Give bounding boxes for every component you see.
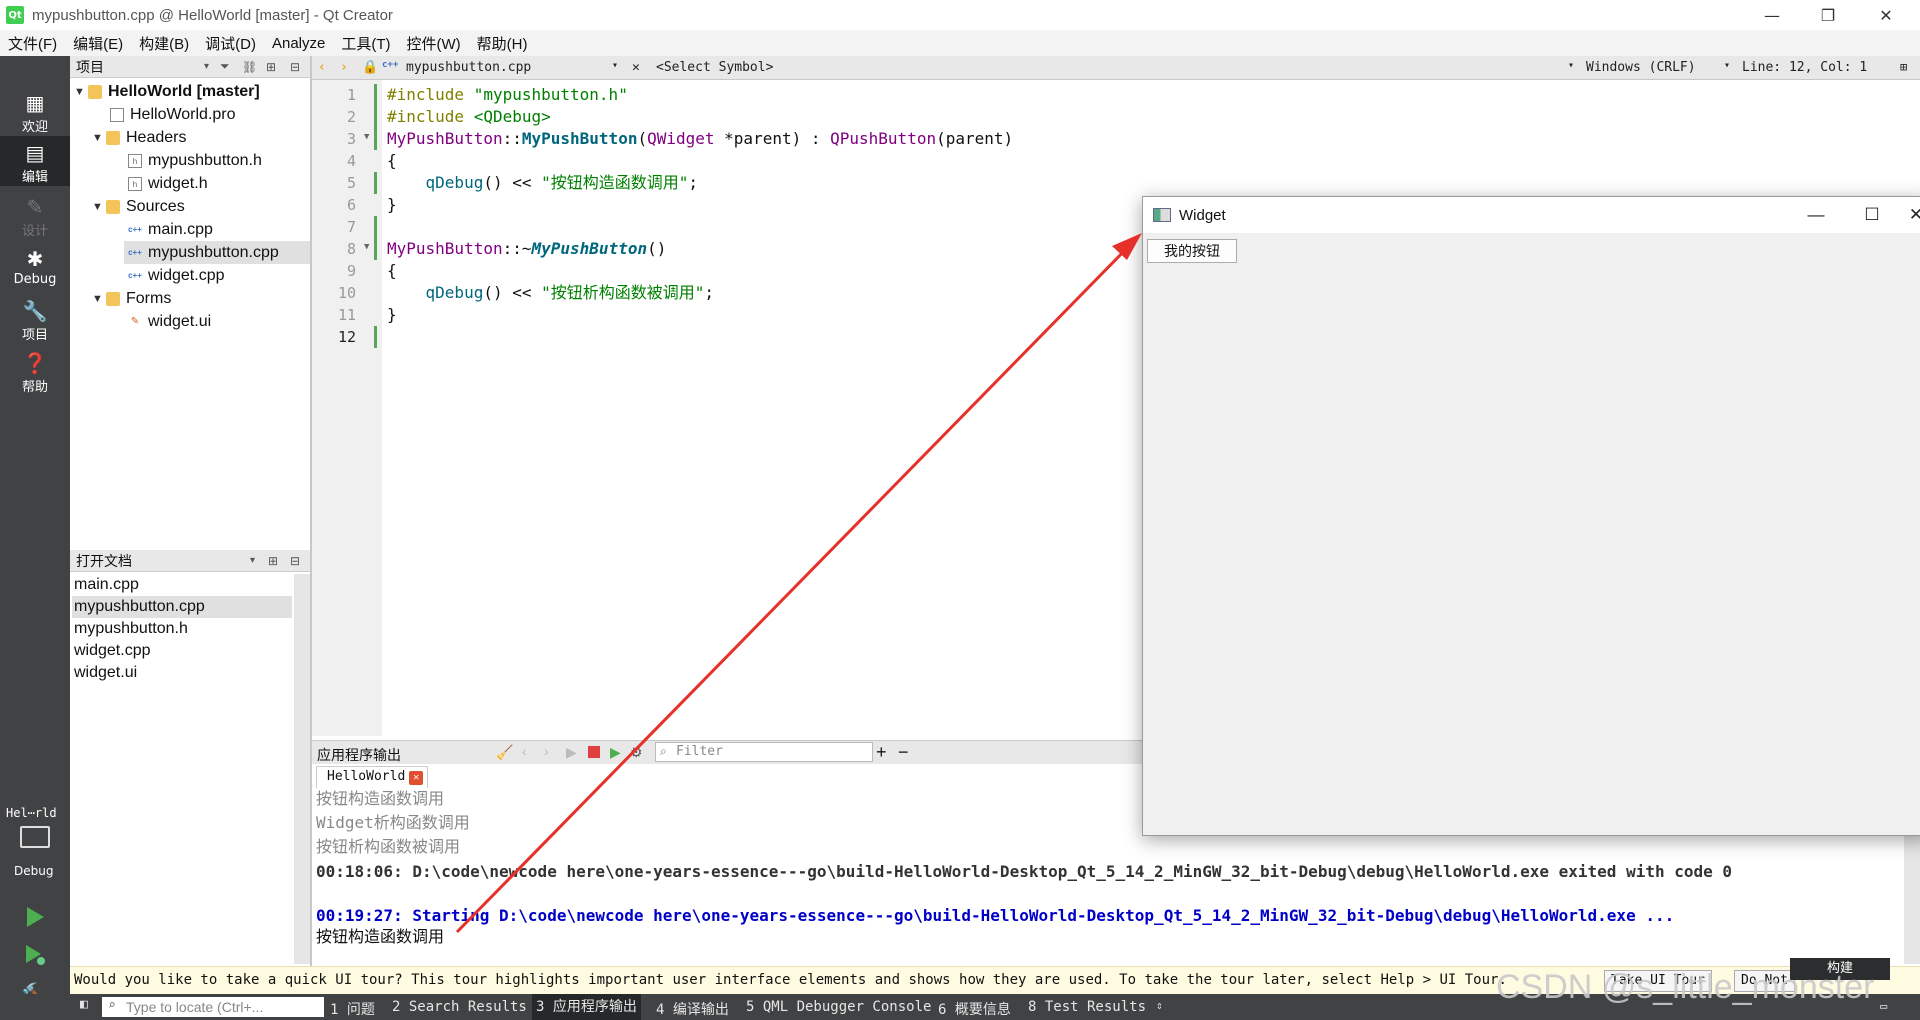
qt-creator-window: Qt mypushbutton.cpp @ HelloWorld [master… bbox=[0, 0, 1920, 1020]
annotation-arrow bbox=[455, 233, 1142, 934]
arrow-line bbox=[455, 242, 1133, 934]
arrow-head bbox=[1112, 233, 1142, 260]
